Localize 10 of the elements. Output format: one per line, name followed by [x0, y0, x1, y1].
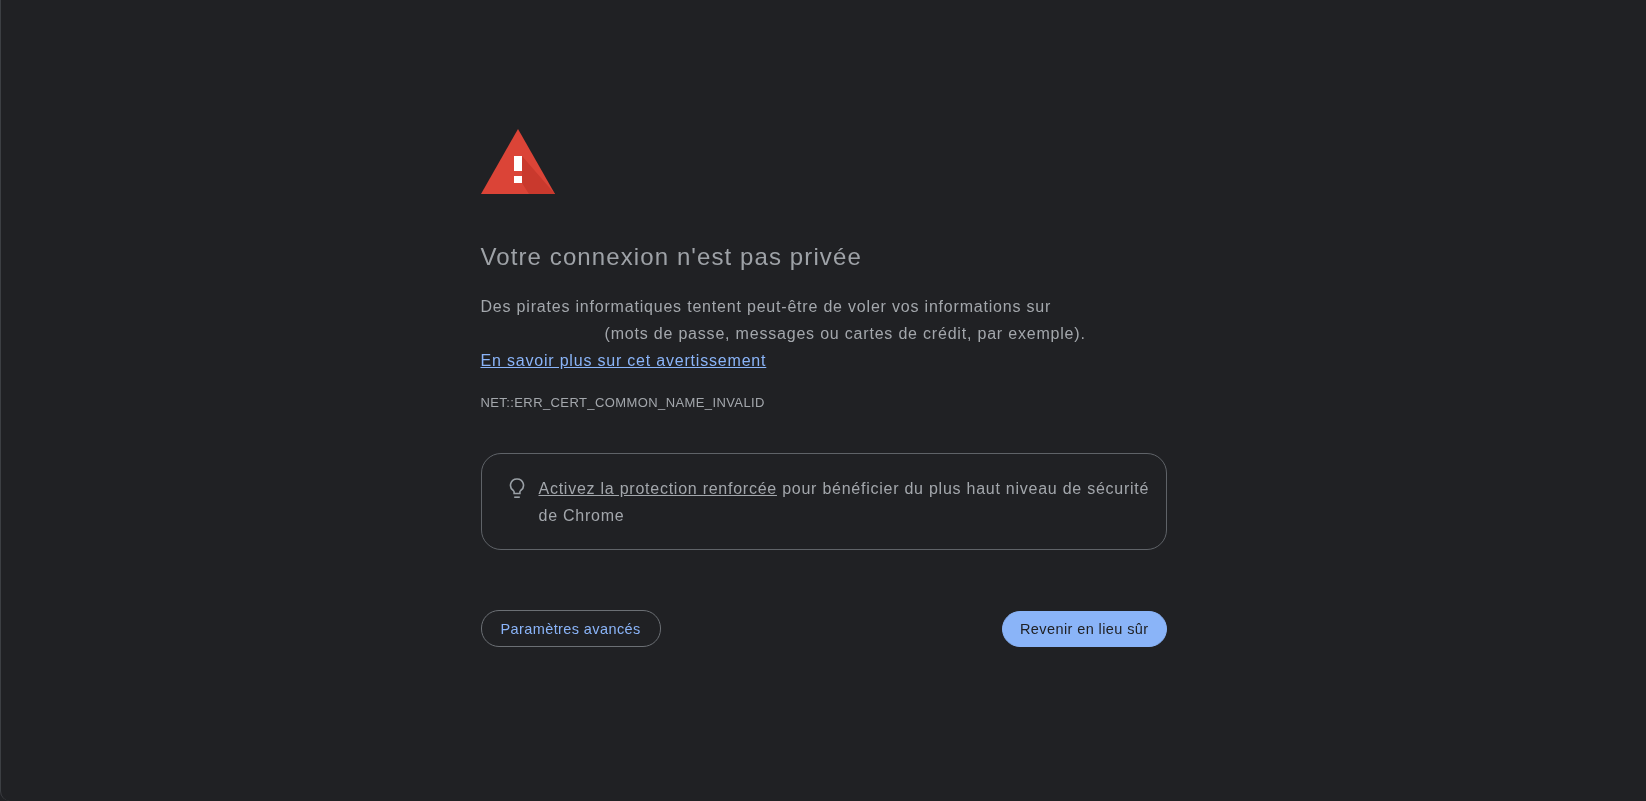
back-to-safety-button[interactable]: Revenir en lieu sûr: [1002, 610, 1167, 647]
lightbulb-icon: [508, 478, 525, 499]
page-title: Votre connexion n'est pas privée: [480, 242, 863, 272]
protection-message: Activez la protection renforcée pour bénéficier du plus haut niveau de sécurité de Chrome: [538, 479, 1151, 526]
advanced-settings-button[interactable]: Paramètres avancés: [480, 610, 661, 647]
error-code: NET::ERR_CERT_COMMON_NAME_INVALID: [480, 395, 766, 411]
learn-more-link[interactable]: En savoir plus sur cet avertissement: [480, 352, 767, 369]
warning-icon: [480, 129, 555, 194]
warning-message: Des pirates informatiques tentent peut-être de voler vos informations sur (mots de passe, messages ou cartes de crédit, par exemple). En savoir plus sur cet avertissement: [480, 297, 1087, 371]
enhanced-protection-link[interactable]: Activez la protection renforcée: [538, 480, 777, 497]
